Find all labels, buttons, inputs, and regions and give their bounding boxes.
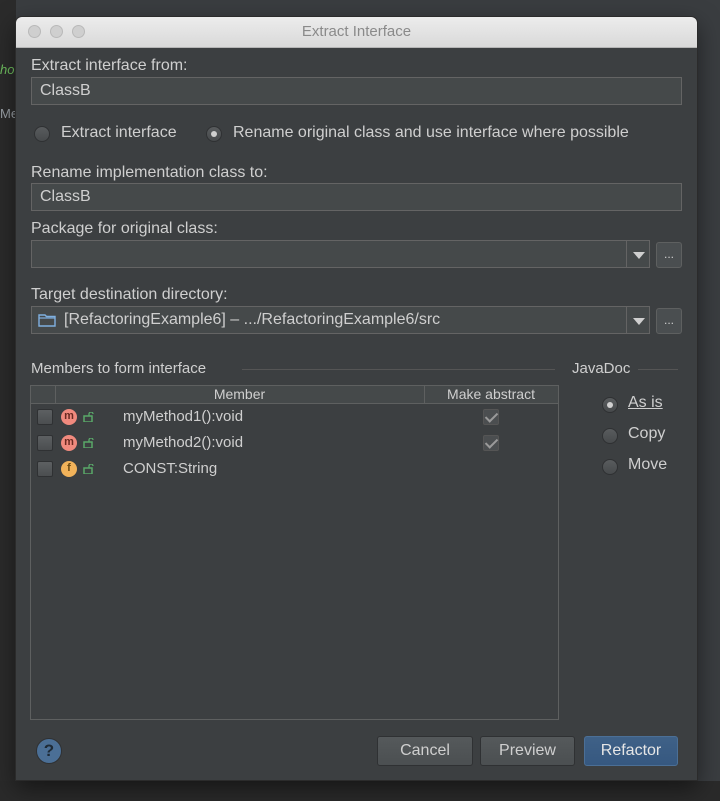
radio-javadoc-as-is-label[interactable]: As is (628, 394, 663, 412)
target-dir-browse-button[interactable]: ... (656, 308, 682, 334)
member-checkbox[interactable] (37, 461, 53, 477)
refactor-button[interactable]: Refactor (584, 736, 678, 766)
title-bar: Extract Interface (16, 17, 697, 48)
radio-javadoc-move-label[interactable]: Move (628, 456, 667, 474)
table-row[interactable]: m myMethod2():void (31, 430, 558, 456)
method-icon: m (61, 409, 77, 425)
radio-rename-original-label[interactable]: Rename original class and use interface … (233, 124, 629, 142)
member-checkbox[interactable] (37, 409, 53, 425)
target-dir-value: [RefactoringExample6] – .../RefactoringE… (64, 311, 441, 328)
column-make-abstract[interactable]: Make abstract (425, 386, 557, 403)
field-icon: f (61, 461, 77, 477)
method-icon: m (61, 435, 77, 451)
radio-javadoc-as-is[interactable] (602, 397, 618, 413)
package-label: Package for original class: (31, 220, 218, 237)
member-checkbox[interactable] (37, 435, 53, 451)
folder-icon (38, 314, 56, 327)
help-button[interactable]: ? (36, 738, 62, 764)
lock-open-icon (83, 438, 94, 448)
rename-class-field[interactable]: ClassB (31, 183, 682, 211)
radio-extract-interface[interactable] (34, 126, 50, 142)
radio-javadoc-move[interactable] (602, 459, 618, 475)
radio-extract-interface-label[interactable]: Extract interface (61, 124, 177, 142)
javadoc-separator (638, 369, 678, 370)
rename-class-label: Rename implementation class to: (31, 164, 268, 181)
dialog-title: Extract Interface (301, 23, 412, 40)
target-dir-combo[interactable]: [RefactoringExample6] – .../RefactoringE… (31, 306, 627, 334)
background-snippet: ho (0, 62, 15, 77)
package-browse-button[interactable]: ... (656, 242, 682, 268)
members-table: Member Make abstract m myMethod1():void … (30, 385, 559, 720)
member-name: myMethod2():void (123, 434, 244, 451)
members-table-header: Member Make abstract (31, 386, 558, 404)
extract-from-label: Extract interface from: (31, 57, 188, 74)
member-name: CONST:String (123, 460, 218, 477)
radio-javadoc-copy[interactable] (602, 428, 618, 444)
member-name: myMethod1():void (123, 408, 244, 425)
package-dropdown-button[interactable] (626, 240, 650, 268)
preview-button[interactable]: Preview (480, 736, 575, 766)
lock-open-icon (83, 464, 94, 474)
cancel-button[interactable]: Cancel (377, 736, 473, 766)
lock-open-icon (83, 412, 94, 422)
radio-rename-original[interactable] (206, 126, 222, 142)
column-member[interactable]: Member (56, 386, 423, 403)
extract-from-field[interactable]: ClassB (31, 77, 682, 105)
members-section-title: Members to form interface (31, 360, 207, 377)
make-abstract-checkbox[interactable] (483, 409, 499, 425)
radio-javadoc-copy-label[interactable]: Copy (628, 425, 665, 443)
members-separator (242, 369, 555, 370)
table-row[interactable]: m myMethod1():void (31, 404, 558, 430)
target-dir-dropdown-button[interactable] (626, 306, 650, 334)
target-dir-label: Target destination directory: (31, 286, 228, 303)
package-combo[interactable] (31, 240, 627, 268)
make-abstract-checkbox[interactable] (483, 435, 499, 451)
table-row[interactable]: f CONST:String (31, 456, 558, 482)
javadoc-title: JavaDoc (572, 360, 631, 377)
extract-interface-dialog: Extract Interface Extract interface from… (16, 17, 697, 780)
background-bottom (0, 781, 720, 801)
